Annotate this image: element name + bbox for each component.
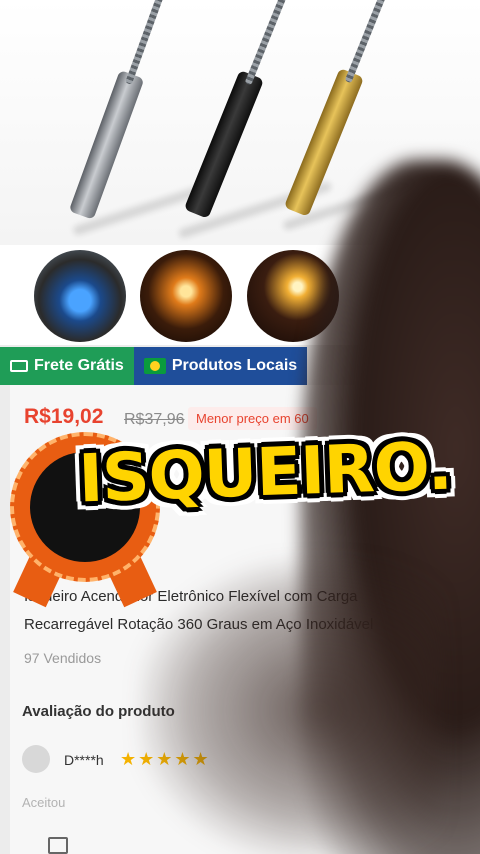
- silver-lighter: [68, 0, 187, 220]
- free-shipping-label: Frete Grátis: [34, 357, 124, 374]
- price: R$19,02: [24, 405, 104, 428]
- video-caption: ISQUEIRO.: [77, 427, 453, 518]
- screen: Frete Grátis Produtos Locais R$19,02 R$3…: [0, 0, 480, 854]
- gas-stove-thumbnail: [34, 250, 126, 342]
- free-shipping-badge: Frete Grátis: [0, 347, 134, 385]
- avatar: [22, 745, 50, 773]
- brazil-flag-icon: [143, 358, 166, 374]
- presenter-hand: [140, 560, 440, 854]
- sold-count: 97 Vendidos: [24, 650, 102, 666]
- black-lighter: [183, 0, 312, 219]
- local-products-badge: Produtos Locais: [133, 347, 308, 385]
- gold-lighter: [283, 0, 412, 217]
- local-products-label: Produtos Locais: [171, 357, 298, 374]
- lowest-price-tag: Menor preço em 60: [188, 407, 317, 430]
- badge-strip: Frete Grátis Produtos Locais: [0, 347, 308, 385]
- bag-icon[interactable]: [48, 837, 68, 854]
- review-meta: Aceitou: [22, 795, 66, 810]
- truck-icon: [10, 360, 28, 372]
- reviewer-name: D****h: [64, 752, 104, 768]
- old-price: R$37,96: [124, 411, 185, 428]
- candle-thumbnail: [140, 250, 232, 342]
